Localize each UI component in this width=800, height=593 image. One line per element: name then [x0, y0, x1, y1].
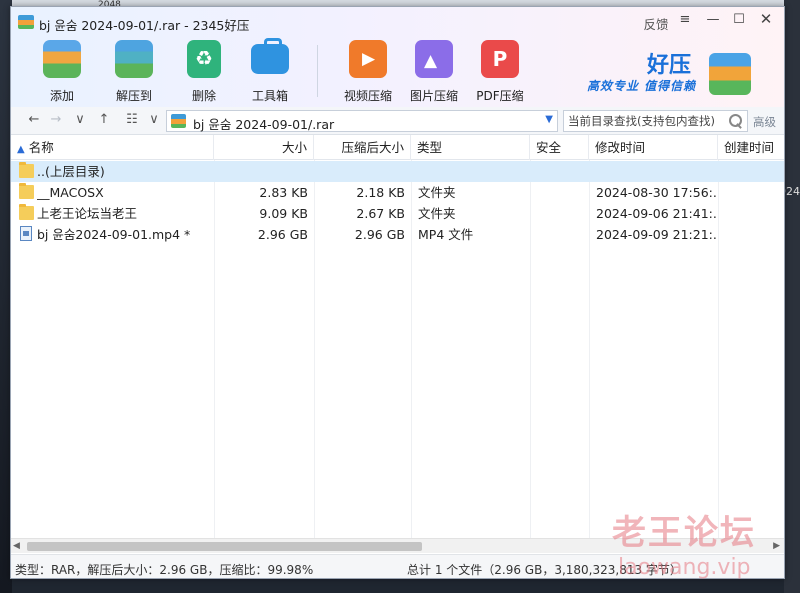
row-size: 2.96 GB: [257, 227, 308, 242]
col-name[interactable]: ▲ 名称: [11, 135, 214, 160]
window-title: bj 윤숨 2024-09-01/.rar - 2345好压: [39, 18, 250, 33]
add-archive-icon: [43, 40, 81, 78]
forward-icon[interactable]: →: [47, 112, 65, 130]
scroll-left-icon[interactable]: ◀: [13, 541, 20, 551]
maximize-button[interactable]: ☐: [729, 12, 749, 32]
image-compress-label: 图片压缩: [409, 89, 458, 103]
video-compress-label: 视频压缩: [343, 89, 392, 103]
close-button[interactable]: ✕: [756, 10, 776, 30]
extract-label: 解压到: [115, 89, 152, 103]
view-mode-icon[interactable]: ☷: [123, 112, 141, 130]
folder-icon: [19, 162, 34, 178]
extract-icon: [115, 40, 153, 78]
row-size: 9.09 KB: [259, 206, 308, 221]
delete-button[interactable]: 删除: [171, 40, 237, 104]
toolbar-divider: [317, 45, 318, 97]
col-type[interactable]: 类型: [411, 135, 530, 160]
pdf-compress-label: PDF压缩: [476, 89, 524, 103]
col-packed[interactable]: 压缩后大小: [314, 135, 411, 160]
col-size[interactable]: 大小: [214, 135, 314, 160]
pdf-icon: [481, 40, 519, 78]
file-list: ▲ 名称 大小 压缩后大小 类型 安全 修改时间 创建时间 ..(上层目录) __…: [11, 135, 784, 538]
col-modified[interactable]: 修改时间: [589, 135, 718, 160]
row-packed: 2.18 KB: [356, 185, 405, 200]
add-button[interactable]: 添加: [29, 40, 95, 104]
history-dropdown-icon[interactable]: ∨: [71, 112, 89, 130]
video-compress-button[interactable]: 视频压缩: [335, 40, 401, 104]
watermark: 老王论坛 laowang.vip: [606, 505, 786, 585]
row-name: 上老王论坛当老王: [37, 206, 138, 221]
col-name-label: 名称: [28, 140, 54, 155]
archive-app-icon: [18, 15, 34, 29]
table-row[interactable]: __MACOSX 2.83 KB 2.18 KB 文件夹 2024-08-30 …: [11, 182, 784, 203]
pdf-compress-button[interactable]: PDF压缩: [467, 40, 533, 104]
toolbox-icon: [251, 38, 289, 74]
address-bar: ← → ∨ ↑ ☷ ∨ bj 윤숨 2024-09-01/.rar ▼ 高级: [11, 107, 784, 135]
brand-name: 好压: [647, 53, 692, 78]
view-dropdown-icon[interactable]: ∨: [145, 112, 163, 130]
row-name: bj 윤숨2024-09-01.mp4 *: [37, 227, 191, 242]
row-name: __MACOSX: [37, 185, 104, 200]
row-size: 2.83 KB: [259, 185, 308, 200]
watermark-url: laowang.vip: [618, 555, 751, 580]
sort-up-icon: ▲: [17, 144, 25, 155]
row-modified: 2024-08-30 17:56:...: [596, 185, 716, 200]
row-type: 文件夹: [418, 185, 456, 200]
back-icon[interactable]: ←: [25, 112, 43, 130]
archive-info: 类型：RAR，解压后大小：2.96 GB，压缩比：99.98%: [15, 563, 314, 577]
col-created[interactable]: 创建时间: [718, 135, 784, 160]
row-name: ..(上层目录): [37, 164, 105, 179]
title-bar: bj 윤숨 2024-09-01/.rar - 2345好压 反馈 ≡ — ☐ …: [11, 7, 784, 37]
row-modified: 2024-09-09 21:21:...: [596, 227, 716, 242]
toolbar: 添加 解压到 删除 工具箱 视频压缩 图片压缩: [11, 37, 784, 107]
feedback-link[interactable]: 反馈: [641, 14, 671, 34]
delete-label: 删除: [191, 89, 216, 103]
video-file-icon: [20, 226, 32, 241]
row-modified: 2024-09-06 21:41:...: [596, 206, 716, 221]
row-packed: 2.96 GB: [354, 227, 405, 242]
column-headers: ▲ 名称 大小 压缩后大小 类型 安全 修改时间 创建时间: [11, 135, 784, 160]
row-type: MP4 文件: [418, 227, 474, 242]
table-row[interactable]: bj 윤숨2024-09-01.mp4 * 2.96 GB 2.96 GB MP…: [11, 224, 784, 245]
add-label: 添加: [49, 89, 74, 103]
archive-path-icon: [171, 114, 186, 128]
path-text: bj 윤숨 2024-09-01/.rar: [193, 117, 335, 132]
up-level-icon[interactable]: ↑: [95, 112, 113, 130]
menu-icon[interactable]: ≡: [675, 12, 695, 32]
row-type: 文件夹: [418, 206, 456, 221]
path-dropdown-icon[interactable]: ▼: [545, 114, 553, 125]
path-field[interactable]: bj 윤숨 2024-09-01/.rar ▼: [166, 110, 558, 132]
folder-icon: [19, 204, 34, 220]
desktop-right: 024: [779, 0, 800, 593]
table-row[interactable]: 上老王论坛当老王 9.09 KB 2.67 KB 文件夹 2024-09-06 …: [11, 203, 784, 224]
minimize-button[interactable]: —: [703, 12, 723, 32]
brand-area: 好压 高效专业 值得信赖: [587, 49, 757, 99]
watermark-text: 老王论坛: [612, 513, 756, 553]
extract-button[interactable]: 解压到: [101, 40, 167, 104]
search-icon[interactable]: [727, 113, 743, 129]
folder-icon: [19, 183, 34, 199]
col-security[interactable]: 安全: [530, 135, 589, 160]
archive-window: bj 윤숨 2024-09-01/.rar - 2345好压 反馈 ≡ — ☐ …: [10, 6, 785, 579]
table-row[interactable]: ..(上层目录): [11, 161, 784, 182]
brand-slogan: 高效专业 值得信赖: [587, 79, 697, 93]
search-box: [563, 110, 748, 132]
video-icon: [349, 40, 387, 78]
advanced-search-link[interactable]: 高级: [753, 114, 776, 130]
recycle-icon: [187, 40, 221, 78]
row-packed: 2.67 KB: [356, 206, 405, 221]
search-input[interactable]: [568, 113, 723, 129]
scroll-thumb[interactable]: [27, 542, 422, 551]
toolbox-button[interactable]: 工具箱: [237, 38, 303, 104]
image-compress-button[interactable]: 图片压缩: [401, 40, 467, 104]
toolbox-label: 工具箱: [251, 89, 288, 103]
image-icon: [415, 40, 453, 78]
brand-logo-icon: [709, 53, 751, 95]
window-header: bj 윤숨 2024-09-01/.rar - 2345好压 反馈 ≡ — ☐ …: [11, 7, 784, 107]
